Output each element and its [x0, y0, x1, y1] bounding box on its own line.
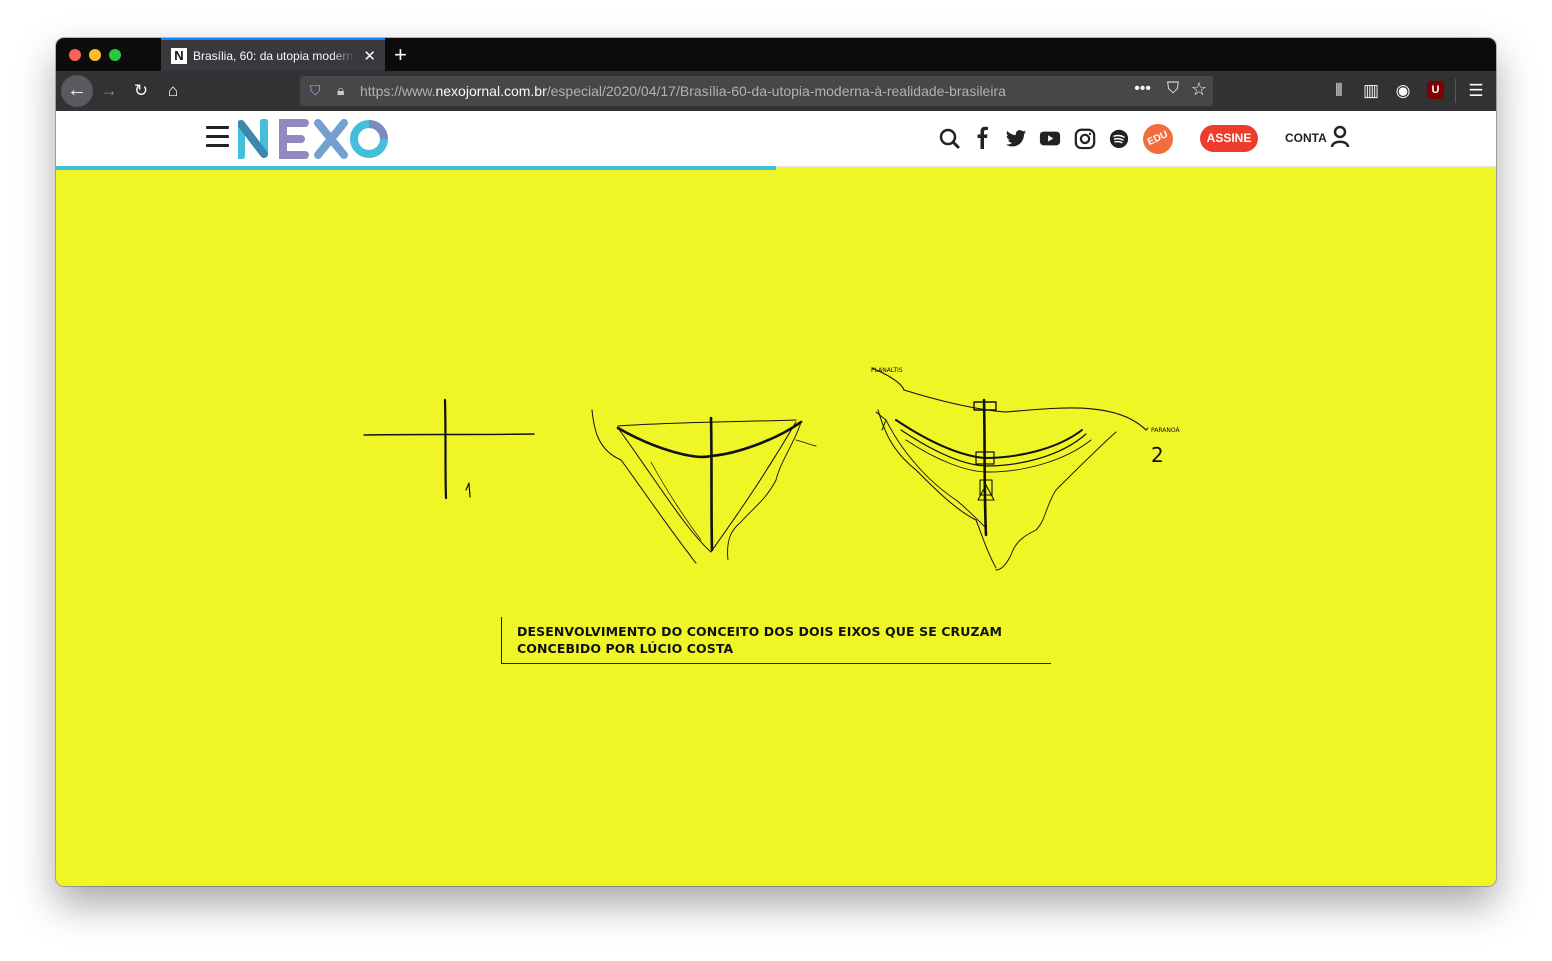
page-actions-icon[interactable]: •••	[1134, 80, 1151, 98]
forward-button[interactable]: →	[97, 80, 121, 102]
browser-window: N Brasília, 60: da utopia moderna à real…	[56, 38, 1496, 886]
url-prefix: https://www.	[360, 83, 436, 99]
tab-active[interactable]: N Brasília, 60: da utopia moderna à real…	[161, 38, 385, 71]
nexo-logo-svg	[237, 118, 388, 160]
back-button[interactable]: ←	[61, 75, 93, 107]
close-window-button[interactable]	[69, 49, 81, 61]
nexo-logo[interactable]	[237, 118, 390, 164]
nexo-favicon-icon: N	[171, 48, 187, 64]
user-icon[interactable]	[1330, 125, 1350, 149]
search-icon[interactable]	[938, 125, 960, 151]
tracking-shield-icon[interactable]: ⛉	[310, 82, 321, 99]
site-menu-icon[interactable]	[206, 126, 229, 147]
minimize-window-button[interactable]	[89, 49, 101, 61]
image-caption: DESENVOLVIMENTO DO CONCEITO DOS DOIS EIX…	[501, 617, 1051, 664]
spotify-icon[interactable]	[1108, 125, 1130, 151]
tab-bar: N Brasília, 60: da utopia moderna à real…	[56, 38, 1496, 71]
pocket-icon[interactable]: ⛉	[1167, 80, 1179, 98]
sketch-cross	[363, 398, 535, 500]
site-header: EDU ASSINE CONTA	[56, 111, 1496, 167]
sidebar-icon[interactable]: ▥	[1359, 80, 1383, 102]
facebook-icon[interactable]	[974, 125, 990, 151]
library-icon[interactable]: ⫴	[1327, 80, 1351, 102]
account-label[interactable]: CONTA	[1285, 131, 1327, 145]
article-content: PLANALTIS PARANOÁ 2 1 DESENVOLVIMENTO DO…	[56, 170, 1496, 886]
new-tab-button[interactable]: +	[394, 42, 407, 68]
menu-icon[interactable]: ☰	[1464, 80, 1488, 102]
subscribe-button[interactable]: ASSINE	[1200, 125, 1258, 152]
caption-text: DESENVOLVIMENTO DO CONCEITO DOS DOIS EIX…	[517, 624, 1003, 656]
url-path: /especial/2020/04/17/Brasília-60-da-utop…	[546, 83, 1006, 99]
sketch-triangle	[591, 409, 817, 564]
tab-title: Brasília, 60: da utopia moderna à realid…	[193, 49, 355, 63]
url-bar[interactable]: ⛉ 🔒︎ https://www.nexojornal.com.br/espec…	[300, 76, 1213, 106]
lucio-costa-sketch: PLANALTIS PARANOÁ 2 1	[363, 367, 1180, 571]
url-text[interactable]: https://www.nexojornal.com.br/especial/2…	[360, 83, 1006, 99]
sketch-label-left: PLANALTIS	[871, 367, 903, 374]
lock-icon[interactable]: 🔒︎	[337, 82, 344, 99]
youtube-icon[interactable]	[1039, 125, 1061, 151]
sketch-label-right: PARANOÁ	[1151, 427, 1180, 434]
home-button[interactable]: ⌂	[161, 80, 185, 102]
sketch-label-2: 2	[1151, 443, 1164, 467]
account-icon[interactable]: ◉	[1391, 80, 1415, 102]
toolbar-divider	[1455, 79, 1456, 103]
ublock-extension-icon[interactable]: U	[1427, 81, 1444, 99]
maximize-window-button[interactable]	[109, 49, 121, 61]
url-domain: nexojornal.com.br	[435, 83, 547, 99]
bookmark-star-icon[interactable]: ☆	[1191, 79, 1207, 100]
sketch-plan	[871, 367, 1149, 571]
close-tab-icon[interactable]: ✕	[363, 47, 376, 65]
reading-progress-bar	[56, 166, 776, 170]
instagram-icon[interactable]	[1074, 125, 1096, 151]
navigation-bar: ← → ↻ ⌂ ⛉ 🔒︎ https://www.nexojornal.com.…	[56, 71, 1496, 111]
reload-button[interactable]: ↻	[129, 80, 153, 102]
twitter-icon[interactable]	[1005, 125, 1027, 151]
edu-badge[interactable]: EDU	[1138, 119, 1178, 159]
